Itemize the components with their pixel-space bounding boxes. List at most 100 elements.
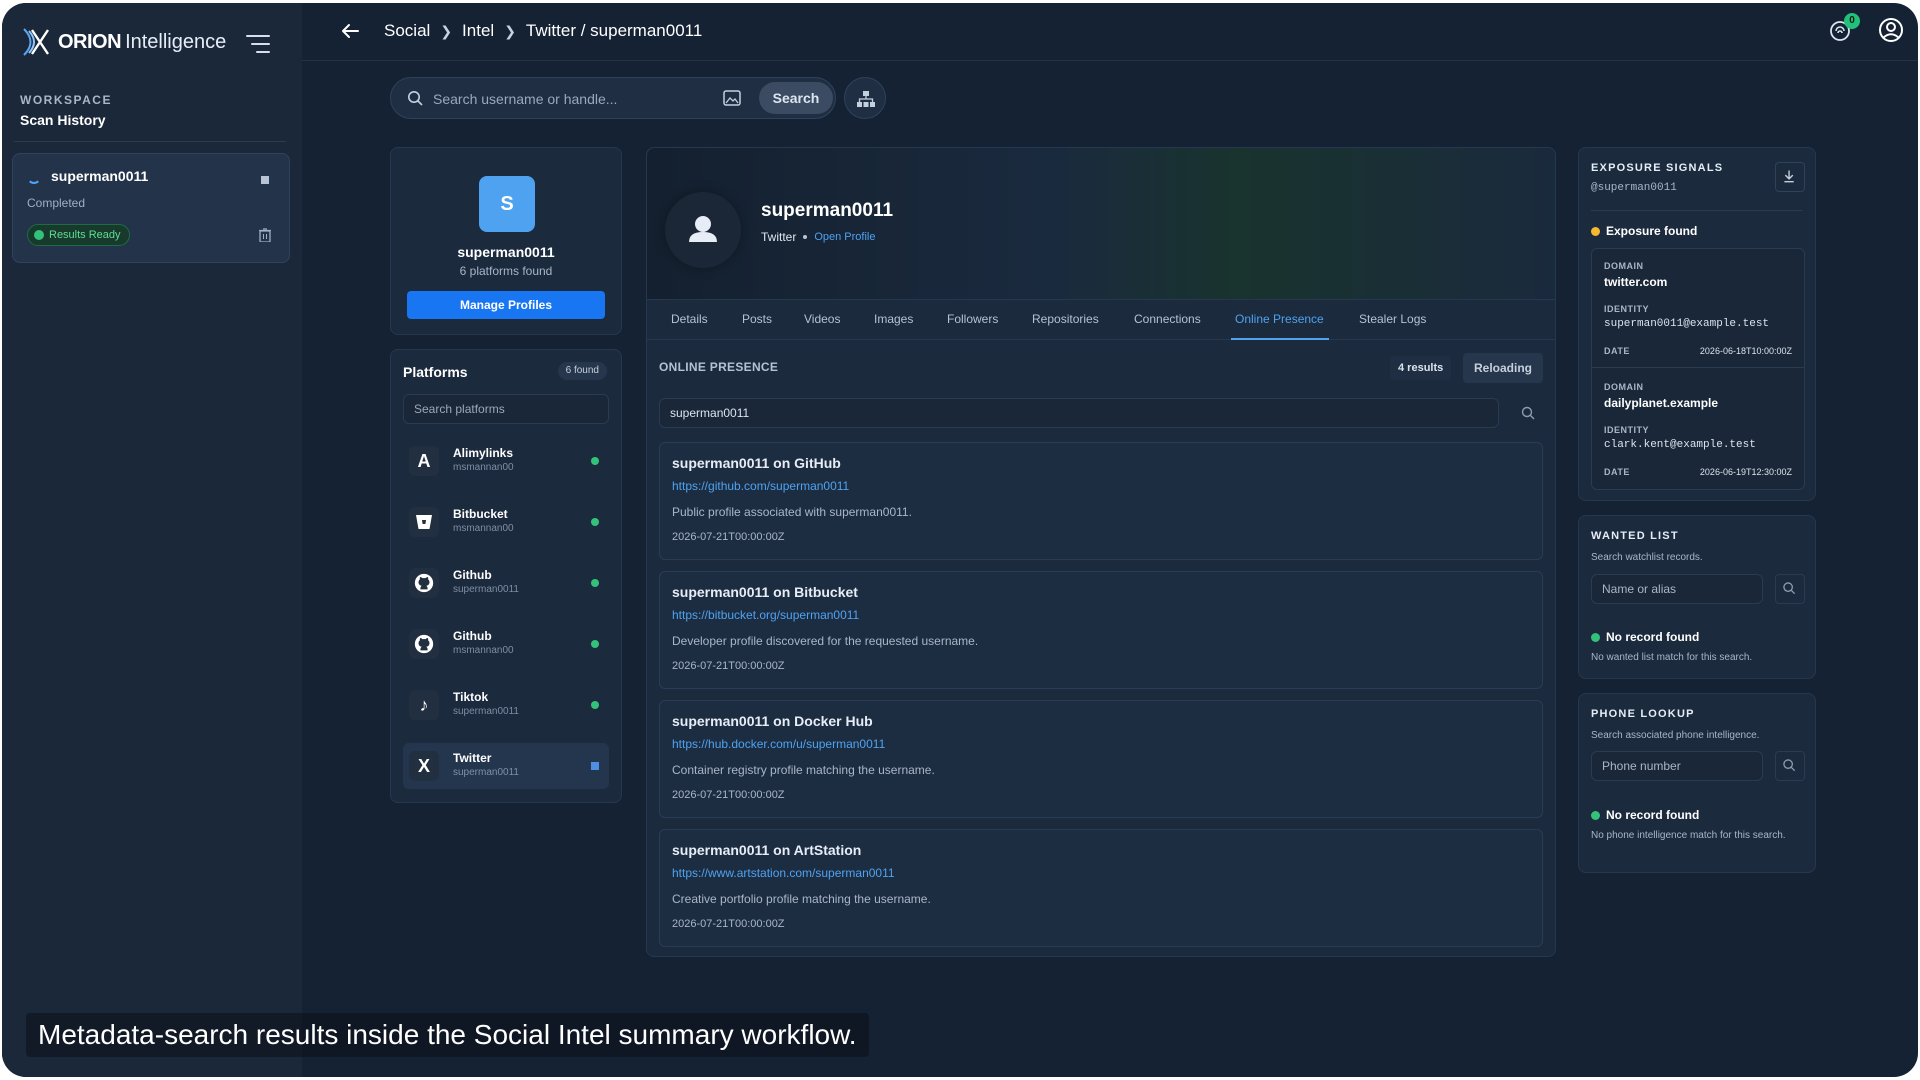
date-label: DATE <box>1604 467 1630 477</box>
workspace-title: Scan History <box>20 112 106 128</box>
phone-subtitle: Search associated phone intelligence. <box>1591 730 1760 741</box>
platform-username: superman0011 <box>453 584 519 595</box>
tab-posts[interactable]: Posts <box>742 312 772 326</box>
tab-videos[interactable]: Videos <box>804 312 840 326</box>
phone-number-input[interactable]: Phone number <box>1591 751 1763 781</box>
scan-history-item[interactable]: superman0011 Completed Results Ready <box>12 153 290 263</box>
tab-details[interactable]: Details <box>671 312 708 326</box>
check-circle-icon <box>34 230 44 240</box>
platform-item-github[interactable]: Github superman0011 <box>403 560 609 606</box>
platform-name: Tiktok <box>453 690 489 704</box>
breadcrumb-intel[interactable]: Intel <box>462 21 494 41</box>
user-account-icon[interactable] <box>1878 17 1904 43</box>
domain-label: DOMAIN <box>1604 261 1644 271</box>
tiktok-icon: ♪ <box>409 690 439 720</box>
tab-images[interactable]: Images <box>874 312 913 326</box>
platforms-panel: Platforms 6 found Search platforms A Ali… <box>390 349 622 803</box>
hamburger-menu-icon[interactable] <box>246 35 270 55</box>
result-card[interactable]: superman0011 on ArtStation https://www.a… <box>659 829 1543 947</box>
workspace-label: WORKSPACE <box>20 93 112 107</box>
graph-view-button[interactable] <box>844 77 886 119</box>
exposure-status: Exposure found <box>1591 224 1697 238</box>
separator-dot <box>803 235 808 239</box>
result-url-link[interactable]: https://bitbucket.org/superman0011 <box>672 608 859 622</box>
platform-username: superman0011 <box>453 706 519 717</box>
status-dot <box>591 701 599 709</box>
github-icon <box>409 629 439 659</box>
profile-detail-panel: superman0011 Twitter Open Profile Detail… <box>646 147 1556 957</box>
breadcrumb-current: Twitter / superman0011 <box>525 21 703 40</box>
avatar <box>665 192 741 268</box>
platforms-found-badge: 6 found <box>557 362 607 380</box>
search-icon[interactable] <box>1521 406 1535 420</box>
selected-indicator <box>591 762 599 770</box>
phone-status-label: No record found <box>1606 808 1700 822</box>
result-url-link[interactable]: https://github.com/superman0011 <box>672 479 849 493</box>
stop-icon[interactable] <box>261 176 269 184</box>
date-value: 2026-06-19T12:30:00Z <box>1699 467 1792 477</box>
platforms-found-count: 6 platforms found <box>459 264 553 278</box>
back-arrow-icon[interactable] <box>340 21 360 41</box>
domain-value: dailyplanet.example <box>1604 396 1719 410</box>
user-placeholder-icon <box>689 216 717 242</box>
result-card[interactable]: superman0011 on Docker Hub https://hub.d… <box>659 700 1543 818</box>
exposure-handle: @superman0011 <box>1591 182 1677 194</box>
platform-item-bitbucket[interactable]: Bitbucket msmannan00 <box>403 499 609 545</box>
profile-summary-card: S superman0011 6 platforms found Manage … <box>390 147 622 335</box>
success-dot <box>1591 810 1600 820</box>
name-alias-input[interactable]: Name or alias <box>1591 574 1763 604</box>
platform-item-tiktok[interactable]: ♪ Tiktok superman0011 <box>403 682 609 728</box>
results-filter-input[interactable]: superman0011 <box>659 398 1499 428</box>
notification-count-badge: 0 <box>1844 13 1860 29</box>
tab-followers[interactable]: Followers <box>947 312 998 326</box>
manage-profiles-button[interactable]: Manage Profiles <box>407 291 605 319</box>
result-description: Creative portfolio profile matching the … <box>672 892 931 906</box>
wanted-status-label: No record found <box>1606 630 1700 644</box>
scan-status: Completed <box>27 196 86 210</box>
results-ready-label: Results Ready <box>49 229 121 241</box>
brand-name-light: Intelligence <box>125 30 227 53</box>
tab-stealer-logs[interactable]: Stealer Logs <box>1359 312 1426 326</box>
divider <box>1591 210 1803 211</box>
open-profile-link[interactable]: Open Profile <box>814 231 875 243</box>
search-button[interactable]: Search <box>759 82 833 114</box>
divider <box>1592 367 1804 368</box>
search-icon <box>1783 582 1796 595</box>
phone-status: No record found <box>1591 808 1699 822</box>
result-card[interactable]: superman0011 on Bitbucket https://bitbuc… <box>659 571 1543 689</box>
warning-dot <box>1591 226 1600 236</box>
exposure-title: EXPOSURE SIGNALS <box>1591 162 1724 174</box>
reload-button[interactable]: Reloading <box>1463 353 1543 383</box>
platform-item-github-2[interactable]: Github msmannan00 <box>403 621 609 667</box>
notifications-button[interactable]: 0 <box>1828 13 1860 43</box>
top-bar: Social ❯ Intel ❯ Twitter / superman0011 … <box>302 3 1918 61</box>
tab-connections[interactable]: Connections <box>1134 312 1201 326</box>
wanted-search-button[interactable] <box>1775 574 1805 604</box>
download-button[interactable] <box>1775 162 1805 192</box>
phone-search-button[interactable] <box>1775 751 1805 781</box>
image-search-icon[interactable] <box>721 88 743 108</box>
platform-username: superman0011 <box>453 767 519 778</box>
result-date: 2026-07-21T00:00:00Z <box>672 531 785 543</box>
platforms-search-input[interactable]: Search platforms <box>403 394 609 424</box>
result-title: superman0011 on ArtStation <box>672 842 862 858</box>
identity-label: IDENTITY <box>1604 425 1650 435</box>
sidebar-divider <box>14 141 286 142</box>
phone-lookup-panel: PHONE LOOKUP Search associated phone int… <box>1578 693 1816 873</box>
brand-logo[interactable]: ORION Intelligence <box>20 25 226 59</box>
tab-repositories[interactable]: Repositories <box>1032 312 1099 326</box>
platform-item-twitter[interactable]: X Twitter superman0011 <box>403 743 609 789</box>
result-url-link[interactable]: https://hub.docker.com/u/superman0011 <box>672 737 885 751</box>
profile-header: superman0011 Twitter Open Profile <box>647 148 1555 300</box>
breadcrumb-social[interactable]: Social <box>384 21 430 41</box>
tab-online-presence[interactable]: Online Presence <box>1235 312 1324 326</box>
result-description: Public profile associated with superman0… <box>672 505 912 519</box>
brand-name-bold: ORION <box>58 30 122 53</box>
result-url-link[interactable]: https://www.artstation.com/superman0011 <box>672 866 895 880</box>
result-card[interactable]: superman0011 on GitHub https://github.co… <box>659 442 1543 560</box>
search-input[interactable] <box>433 88 703 110</box>
domain-label: DOMAIN <box>1604 382 1644 392</box>
status-dot <box>591 518 599 526</box>
trash-icon[interactable] <box>259 228 271 242</box>
platform-item-alimylinks[interactable]: A Alimylinks msmannan00 <box>403 438 609 484</box>
